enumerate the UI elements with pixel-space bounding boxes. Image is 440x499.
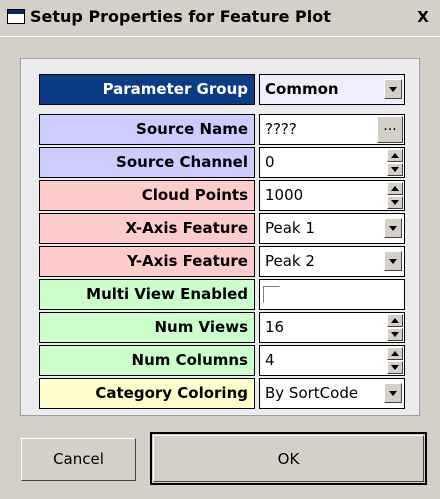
num-columns-spinner[interactable] [387, 347, 403, 374]
parameter-group-row: Parameter Group Common [39, 74, 405, 107]
category-coloring-select[interactable]: By SortCode [259, 378, 405, 409]
source-channel-row: Source Channel 0 [39, 147, 405, 180]
y-axis-feature-row: Y-Axis Feature Peak 2 [39, 246, 405, 279]
spin-down-icon[interactable] [387, 328, 403, 341]
spin-down-icon[interactable] [387, 163, 403, 176]
num-views-row: Num Views 16 [39, 312, 405, 345]
x-axis-feature-value: Peak 1 [265, 219, 315, 237]
multi-view-enabled-field [259, 279, 405, 310]
cloud-points-row: Cloud Points 1000 [39, 180, 405, 213]
source-name-value: ???? [265, 120, 297, 138]
spin-down-icon[interactable] [387, 196, 403, 209]
chevron-down-icon[interactable] [384, 383, 402, 403]
multi-view-enabled-row: Multi View Enabled [39, 279, 405, 312]
spin-up-icon[interactable] [387, 182, 403, 195]
y-axis-feature-select[interactable]: Peak 2 [259, 246, 405, 277]
x-axis-feature-select[interactable]: Peak 1 [259, 213, 405, 244]
cloud-points-spinner[interactable] [387, 182, 403, 209]
spin-up-icon[interactable] [387, 314, 403, 327]
spin-down-icon[interactable] [387, 361, 403, 374]
chevron-down-icon[interactable] [384, 79, 402, 99]
window-icon [7, 9, 25, 24]
multi-view-enabled-label: Multi View Enabled [39, 279, 255, 310]
x-axis-feature-label: X-Axis Feature [39, 213, 255, 244]
y-axis-feature-label: Y-Axis Feature [39, 246, 255, 277]
source-channel-value: 0 [265, 153, 275, 171]
num-views-value: 16 [265, 318, 285, 336]
multi-view-checkbox[interactable] [263, 286, 280, 303]
spin-up-icon[interactable] [387, 149, 403, 162]
source-channel-spinner[interactable] [387, 149, 403, 176]
chevron-down-icon[interactable] [384, 218, 402, 238]
cancel-button[interactable]: Cancel [21, 438, 136, 481]
y-axis-feature-value: Peak 2 [265, 252, 315, 270]
num-views-label: Num Views [39, 312, 255, 343]
ok-button[interactable]: OK [150, 432, 427, 485]
browse-button[interactable]: ... [377, 116, 403, 143]
parameter-group-value: Common [265, 80, 339, 98]
source-name-label: Source Name [39, 114, 255, 145]
cloud-points-field[interactable]: 1000 [259, 180, 405, 211]
num-views-field[interactable]: 16 [259, 312, 405, 343]
setup-dialog: Setup Properties for Feature Plot X Para… [0, 0, 440, 499]
ok-button-label: OK [277, 450, 300, 468]
num-columns-field[interactable]: 4 [259, 345, 405, 376]
source-name-field[interactable]: ???? ... [259, 114, 405, 145]
cloud-points-value: 1000 [265, 186, 304, 204]
chevron-down-icon[interactable] [384, 251, 402, 271]
num-views-spinner[interactable] [387, 314, 403, 341]
num-columns-label: Num Columns [39, 345, 255, 376]
num-columns-row: Num Columns 4 [39, 345, 405, 378]
close-button[interactable]: X [414, 9, 432, 26]
parameter-group-label: Parameter Group [39, 74, 255, 105]
parameter-group-select[interactable]: Common [259, 74, 405, 105]
source-channel-field[interactable]: 0 [259, 147, 405, 178]
category-coloring-row: Category Coloring By SortCode [39, 378, 405, 411]
title-bar: Setup Properties for Feature Plot X [0, 0, 440, 37]
x-axis-feature-row: X-Axis Feature Peak 1 [39, 213, 405, 246]
cloud-points-label: Cloud Points [39, 180, 255, 211]
source-channel-label: Source Channel [39, 147, 255, 178]
source-name-row: Source Name ???? ... [39, 114, 405, 147]
spin-up-icon[interactable] [387, 347, 403, 360]
category-coloring-label: Category Coloring [39, 378, 255, 409]
category-coloring-value: By SortCode [265, 384, 359, 402]
window-title: Setup Properties for Feature Plot [30, 7, 331, 26]
num-columns-value: 4 [265, 351, 275, 369]
